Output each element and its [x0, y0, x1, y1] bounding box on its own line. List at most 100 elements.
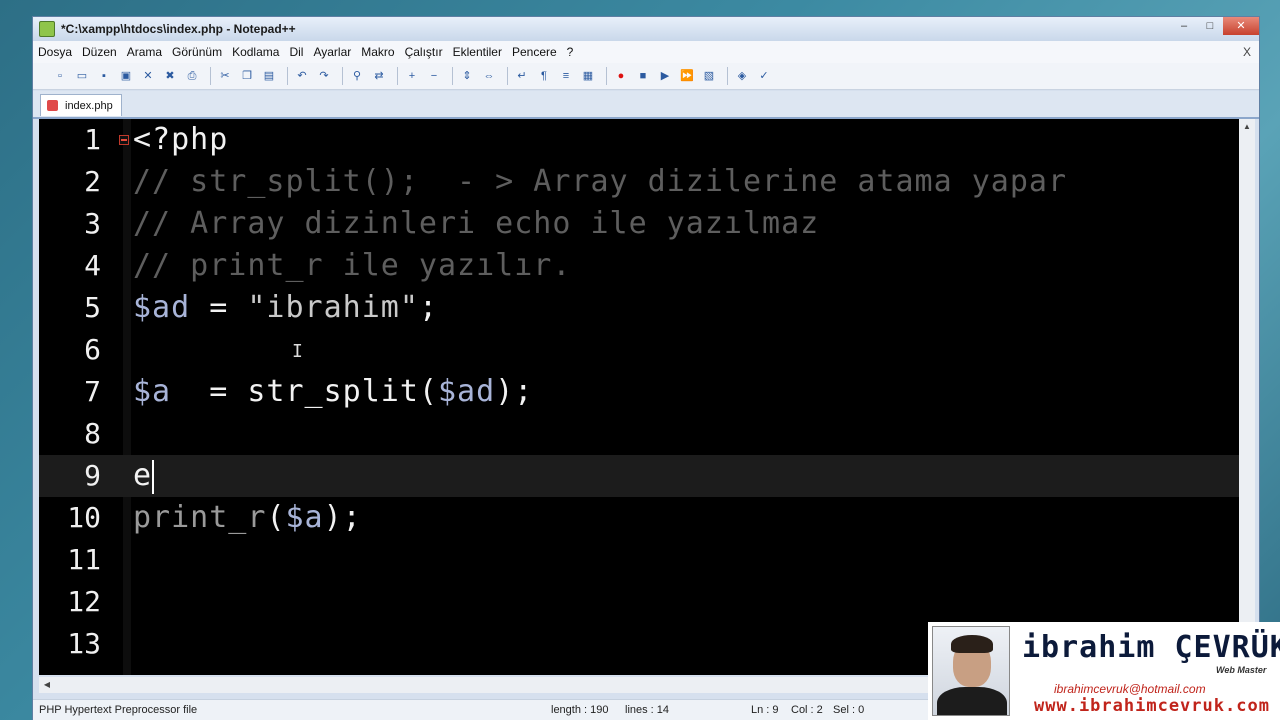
- code-line[interactable]: 1 <?php: [39, 119, 1239, 161]
- menu-dil[interactable]: Dil: [284, 45, 308, 59]
- author-email: ibrahimcevruk@hotmail.com: [1054, 682, 1206, 696]
- menu-calistir[interactable]: Çalıştır: [400, 45, 448, 59]
- minimize-button[interactable]: –: [1171, 17, 1197, 35]
- show-all-chars-icon[interactable]: ¶: [535, 68, 553, 84]
- tab-index-php[interactable]: index.php: [40, 94, 122, 116]
- line-number: 9: [84, 459, 101, 492]
- scroll-up-icon[interactable]: ▲: [1239, 119, 1255, 135]
- scroll-left-icon[interactable]: ◀: [39, 677, 55, 693]
- tab-bar: index.php: [33, 91, 1259, 119]
- paste-icon[interactable]: ▤: [260, 68, 278, 84]
- launch-icon[interactable]: ◈: [733, 68, 751, 84]
- toolbar-separator: [342, 67, 343, 85]
- zoom-out-icon[interactable]: −: [425, 68, 443, 84]
- line-number: 12: [67, 585, 101, 618]
- photo-body: [937, 687, 1007, 715]
- toolbar-separator: [727, 67, 728, 85]
- code-text[interactable]: $a = str_split($ad);: [133, 371, 533, 413]
- code-line[interactable]: 10 print_r($a);: [39, 497, 1239, 539]
- cut-icon[interactable]: ✂: [216, 68, 234, 84]
- text-cursor-icon: I: [292, 341, 303, 362]
- line-number: 11: [67, 543, 101, 576]
- code-line[interactable]: 2 // str_split(); - > Array dizilerine at…: [39, 161, 1239, 203]
- menu-makro[interactable]: Makro: [356, 45, 399, 59]
- code-text[interactable]: // str_split(); - > Array dizilerine ata…: [133, 161, 1067, 203]
- menu-arama[interactable]: Arama: [122, 45, 167, 59]
- code-text[interactable]: e: [133, 455, 155, 497]
- redo-icon[interactable]: ↷: [315, 68, 333, 84]
- code-text[interactable]: <?php: [133, 119, 228, 161]
- code-line[interactable]: 5 $ad = "ibrahim";: [39, 287, 1239, 329]
- close-document-button[interactable]: X: [1243, 45, 1251, 59]
- indent-guide-icon[interactable]: ≡: [557, 68, 575, 84]
- menu-bar: Dosya Düzen Arama Görünüm Kodlama Dil Ay…: [33, 41, 1259, 63]
- author-website: www.ibrahimcevruk.com: [1034, 696, 1270, 716]
- code-line[interactable]: 11: [39, 539, 1239, 581]
- record-macro-icon[interactable]: ●: [612, 68, 630, 84]
- line-number: 13: [67, 627, 101, 660]
- sync-h-icon[interactable]: ⇔: [480, 68, 498, 84]
- menu-ayarlar[interactable]: Ayarlar: [308, 45, 356, 59]
- code-text[interactable]: // Array dizinleri echo ile yazılmaz: [133, 203, 819, 245]
- user-lang-icon[interactable]: ▦: [579, 68, 597, 84]
- code-line[interactable]: 4 // print_r ile yazılır.: [39, 245, 1239, 287]
- code-text[interactable]: $ad = "ibrahim";: [133, 287, 438, 329]
- code-editor[interactable]: 1 <?php 2 // str_split(); - > Array diziler…: [39, 119, 1239, 675]
- toolbar-separator: [606, 67, 607, 85]
- unsaved-file-icon: [47, 100, 58, 111]
- vertical-scrollbar[interactable]: ▲: [1239, 119, 1255, 675]
- open-file-icon[interactable]: ▭: [73, 68, 91, 84]
- author-name: ibrahim ÇEVRÜK: [1022, 630, 1280, 665]
- code-text[interactable]: print_r($a);: [133, 497, 362, 539]
- menu-pencere[interactable]: Pencere: [507, 45, 562, 59]
- window-controls: – □ ✕: [1171, 17, 1259, 35]
- copy-icon[interactable]: ❐: [238, 68, 256, 84]
- toolbar-separator: [210, 67, 211, 85]
- maximize-button[interactable]: □: [1197, 17, 1223, 35]
- save-icon[interactable]: ▪: [95, 68, 113, 84]
- menu-gorunum[interactable]: Görünüm: [167, 45, 227, 59]
- print-icon[interactable]: ⎙: [183, 68, 201, 84]
- close-icon[interactable]: ✕: [139, 68, 157, 84]
- close-window-button[interactable]: ✕: [1223, 17, 1259, 35]
- code-line[interactable]: 12: [39, 581, 1239, 623]
- replace-icon[interactable]: ⇄: [370, 68, 388, 84]
- spell-check-icon[interactable]: ✓: [755, 68, 773, 84]
- save-all-icon[interactable]: ▣: [117, 68, 135, 84]
- toolbar: ▫ ▭ ▪ ▣ ✕ ✖ ⎙ ✂ ❐ ▤ ↶ ↷ ⚲ ⇄ + − ⇕ ⇔ ↵ ¶ ≡ ▦ ● ■ ▶ ⏩ ▧ ◈ ✓: [33, 63, 1259, 90]
- line-number: 7: [84, 375, 101, 408]
- line-number: 8: [84, 417, 101, 450]
- close-all-icon[interactable]: ✖: [161, 68, 179, 84]
- title-bar[interactable]: *C:\xampp\htdocs\index.php - Notepad++ –…: [33, 17, 1259, 41]
- run-multiple-icon[interactable]: ⏩: [678, 68, 696, 84]
- code-line[interactable]: 9e: [39, 455, 1239, 497]
- zoom-in-icon[interactable]: +: [403, 68, 421, 84]
- code-line[interactable]: 8: [39, 413, 1239, 455]
- menu-kodlama[interactable]: Kodlama: [227, 45, 284, 59]
- code-line[interactable]: 6: [39, 329, 1239, 371]
- window-title: *C:\xampp\htdocs\index.php - Notepad++: [61, 22, 296, 36]
- sync-v-icon[interactable]: ⇕: [458, 68, 476, 84]
- status-file-type: PHP Hypertext Preprocessor file: [39, 704, 198, 716]
- stop-record-icon[interactable]: ■: [634, 68, 652, 84]
- status-lines: lines : 14: [625, 704, 670, 716]
- save-macro-icon[interactable]: ▧: [700, 68, 718, 84]
- code-text[interactable]: // print_r ile yazılır.: [133, 245, 571, 287]
- new-file-icon[interactable]: ▫: [51, 68, 69, 84]
- code-line[interactable]: 3 // Array dizinleri echo ile yazılmaz: [39, 203, 1239, 245]
- play-macro-icon[interactable]: ▶: [656, 68, 674, 84]
- line-number: 4: [84, 249, 101, 282]
- menu-duzen[interactable]: Düzen: [77, 45, 122, 59]
- toolbar-separator: [507, 67, 508, 85]
- menu-help[interactable]: ?: [562, 45, 579, 59]
- word-wrap-icon[interactable]: ↵: [513, 68, 531, 84]
- menu-dosya[interactable]: Dosya: [33, 45, 77, 59]
- status-length: length : 190: [551, 704, 609, 716]
- find-icon[interactable]: ⚲: [348, 68, 366, 84]
- text-caret: [152, 459, 155, 494]
- status-ln: Ln : 9: [751, 704, 779, 716]
- line-number: 6: [84, 333, 101, 366]
- code-line[interactable]: 7 $a = str_split($ad);: [39, 371, 1239, 413]
- undo-icon[interactable]: ↶: [293, 68, 311, 84]
- menu-eklentiler[interactable]: Eklentiler: [448, 45, 507, 59]
